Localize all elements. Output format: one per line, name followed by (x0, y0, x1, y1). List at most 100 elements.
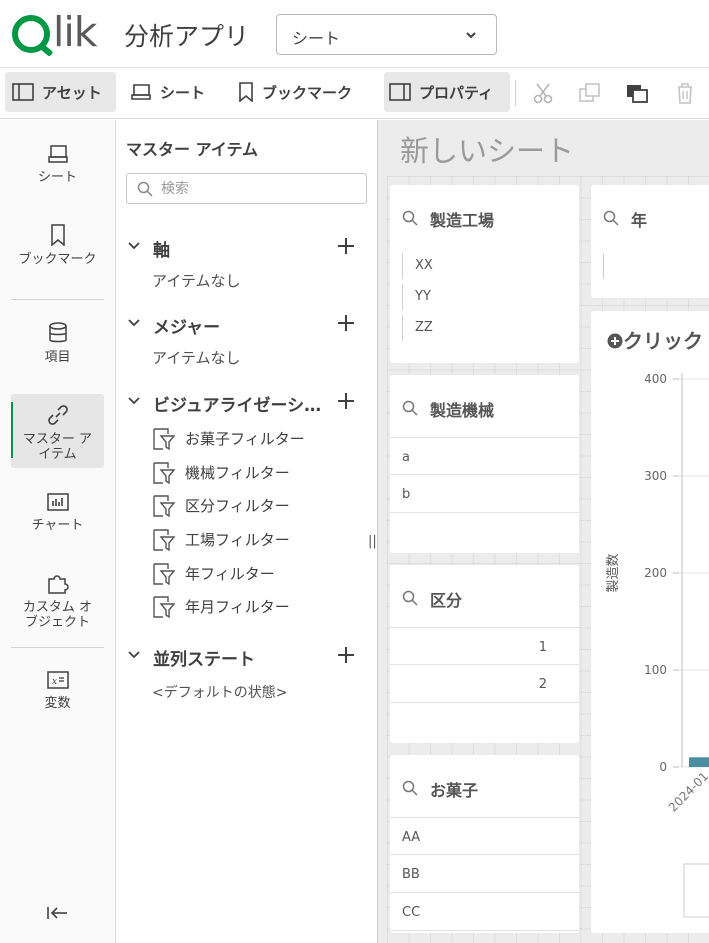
copy-icon[interactable] (624, 80, 650, 106)
filter-title: 区分 (430, 591, 463, 610)
filter-value[interactable]: ZZ (402, 315, 433, 341)
rail-item-custom-objects[interactable]: カスタム オブジェクト (11, 572, 104, 632)
bookmarks-button[interactable]: ブックマーク (228, 72, 373, 112)
filter-pane-icon (153, 563, 176, 585)
sheet-title[interactable]: 新しいシート (400, 128, 574, 170)
master-item-filter-label: 区分フィルター (185, 497, 290, 515)
filter-pane-machine[interactable]: 製造機械 a b (390, 375, 579, 553)
search-icon (402, 400, 418, 416)
filter-value[interactable]: YY (402, 284, 431, 310)
assets-button-label: アセット (42, 83, 102, 102)
section-dimensions[interactable]: 軸 (126, 234, 368, 261)
filter-title: 製造工場 (430, 211, 495, 230)
search-input[interactable] (161, 179, 356, 199)
filter-value-label: 2 (538, 677, 547, 692)
filter-pane-icon (153, 596, 176, 618)
svg-text:x: x (52, 677, 57, 687)
section-visualizations[interactable]: ビジュアライゼーション (126, 389, 368, 416)
search-box[interactable] (126, 173, 367, 204)
assets-panel-icon (12, 83, 34, 101)
y-tick-label: 100 (644, 663, 667, 677)
rail-item-custom-objects-label: カスタム オブジェクト (22, 600, 93, 630)
asset-rail: シート ブックマーク 項目 マスター アイテム チャート カスタム オブジェクト… (0, 120, 116, 943)
duplicate-icon[interactable] (577, 80, 603, 106)
rail-item-sheet[interactable]: シート (11, 144, 104, 194)
master-item-filter-label: 工場フィルター (185, 531, 290, 549)
panel-resize-handle[interactable]: || (368, 534, 377, 549)
filter-title: お菓子 (430, 781, 479, 800)
section-measures-title: メジャー (153, 318, 221, 338)
filter-value-label: CC (402, 905, 421, 920)
add-dimension-icon[interactable] (336, 236, 356, 256)
toolbar-divider (515, 80, 516, 106)
filter-value[interactable]: 1 (390, 627, 579, 665)
rail-item-fields-label: 項目 (44, 350, 71, 365)
default-state-item[interactable]: <デフォルトの状態> (152, 682, 287, 702)
filter-pane-icon (153, 495, 176, 517)
rail-item-variables[interactable]: x 変数 (11, 670, 104, 720)
filter-value[interactable]: CC (390, 893, 579, 931)
rail-item-charts-label: チャート (31, 518, 84, 533)
master-item-filter-label: お菓子フィルター (185, 430, 305, 448)
add-state-icon[interactable] (336, 645, 356, 665)
bar-chart[interactable]: クリック 400 300 200 100 0 製造数 2024-01 (591, 311, 709, 933)
filter-pane-year[interactable]: 年 (591, 185, 709, 298)
add-measure-icon[interactable] (336, 313, 356, 333)
rail-item-master-items-label: マスター アイテム (22, 432, 93, 462)
master-item-filter-label: 年フィルター (185, 565, 275, 583)
filter-value[interactable]: b (390, 475, 579, 513)
qlik-logo[interactable]: lik (12, 8, 104, 56)
filter-value[interactable]: AA (390, 817, 579, 855)
sheet-canvas: 新しいシート 製造工場 XX YY ZZ 年 製造機械 a b 区分 1 2 お… (378, 120, 709, 943)
rail-item-bookmark[interactable]: ブックマーク (11, 224, 104, 284)
rail-divider (11, 647, 104, 648)
master-item-filter-label: 機械フィルター (185, 464, 290, 482)
y-tick-label: 400 (644, 372, 667, 386)
filter-pane-sweets[interactable]: お菓子 AA BB CC (390, 755, 579, 933)
filter-value-label: 1 (538, 640, 547, 655)
chart-scrollbar (683, 863, 709, 918)
filter-pane-icon (153, 462, 176, 484)
rail-item-charts[interactable]: チャート (11, 492, 104, 542)
rail-item-fields[interactable]: 項目 (11, 322, 104, 374)
rail-item-master-items[interactable]: マスター アイテム (11, 394, 104, 468)
app-header: lik 分析アプリ シート (0, 0, 709, 68)
link-icon (47, 405, 68, 425)
section-measures[interactable]: メジャー (126, 311, 368, 338)
properties-button[interactable]: プロパティ (384, 72, 510, 112)
filter-pane-icon (153, 529, 176, 551)
sheets-button[interactable]: シート (122, 72, 222, 112)
bookmark-icon (50, 224, 65, 246)
filter-value[interactable] (603, 253, 604, 279)
collapse-panel-icon[interactable] (46, 906, 68, 920)
add-visualization-icon[interactable] (336, 391, 356, 411)
rail-item-variables-label: 変数 (44, 696, 71, 711)
filter-value-label: a (402, 450, 410, 465)
rail-item-sheet-label: シート (37, 170, 77, 185)
puzzle-icon (47, 575, 69, 594)
panel-title: マスター アイテム (126, 140, 258, 159)
section-alternate-states[interactable]: 並列ステート (126, 643, 368, 670)
master-items-panel: マスター アイテム 軸 アイテムなし メジャー アイテムなし ビジュアライゼーシ… (116, 120, 378, 943)
filter-value[interactable]: 2 (390, 665, 579, 703)
filter-value[interactable]: BB (390, 855, 579, 893)
filter-value[interactable]: a (390, 437, 579, 475)
assets-button[interactable]: アセット (5, 72, 116, 112)
delete-icon[interactable] (672, 80, 698, 106)
section-alternate-states-title: 並列ステート (153, 650, 255, 670)
filter-value[interactable]: XX (402, 253, 433, 279)
qlik-logo-q (12, 15, 50, 53)
properties-panel-icon (389, 83, 411, 101)
dimensions-empty-text: アイテムなし (152, 272, 241, 290)
sheet-select-value: シート (292, 29, 341, 48)
section-dimensions-title: 軸 (153, 241, 170, 261)
y-tick-label: 200 (644, 566, 667, 580)
filter-pane-category[interactable]: 区分 1 2 (390, 565, 579, 743)
cut-icon[interactable] (530, 80, 556, 106)
y-axis-label: 製造数 (606, 553, 621, 592)
filter-title: 年 (631, 211, 648, 230)
filter-pane-factory[interactable]: 製造工場 XX YY ZZ (390, 185, 579, 363)
search-icon (402, 780, 418, 796)
sheet-select-dropdown[interactable]: シート (276, 14, 497, 55)
search-icon (402, 590, 418, 606)
